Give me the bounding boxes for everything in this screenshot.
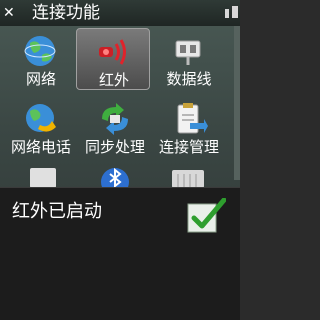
device-icon	[30, 168, 56, 188]
sync-arrows-icon	[102, 103, 128, 135]
grid-item-label: 网络电话	[10, 138, 71, 156]
bluetooth-icon	[101, 167, 129, 188]
grid-item-label: 网络	[25, 70, 56, 88]
grid-item-usb[interactable]: 数据线	[152, 28, 226, 90]
grid-item-connection-manager[interactable]: 连接管理	[152, 96, 226, 158]
usb-cable-icon	[175, 40, 201, 65]
close-icon[interactable]: ✕	[3, 4, 21, 22]
title-bar: ✕ 连接功能	[0, 0, 240, 26]
globe-icon	[24, 36, 56, 66]
keyboard-icon	[172, 170, 204, 188]
grid-item-sync[interactable]: 同步处理	[78, 96, 152, 158]
status-indicator-icon	[220, 6, 238, 20]
grid-item-network[interactable]: 网络	[4, 28, 78, 90]
clipboard-manager-icon	[177, 103, 208, 134]
screen: ✕ 连接功能 网络 红外 数据线 网络电话 同步处理 连接管理 红外已启动	[0, 0, 240, 320]
confirmation-dialog: 红外已启动	[0, 187, 240, 320]
infrared-icon	[99, 39, 126, 65]
grid-item-label: 连接管理	[158, 138, 219, 156]
grid-item-infrared[interactable]: 红外	[76, 28, 150, 90]
scrollbar[interactable]	[234, 26, 240, 180]
grid-item-label: 红外	[98, 71, 129, 89]
grid-item-label: 数据线	[166, 70, 212, 88]
grid-item-label: 同步处理	[84, 138, 145, 156]
page-title: 连接功能	[32, 3, 100, 23]
checkmark-icon	[187, 198, 226, 233]
dialog-message: 红外已启动	[12, 201, 102, 222]
grid-item-voip[interactable]: 网络电话	[4, 96, 78, 158]
voip-globe-icon	[26, 104, 56, 132]
